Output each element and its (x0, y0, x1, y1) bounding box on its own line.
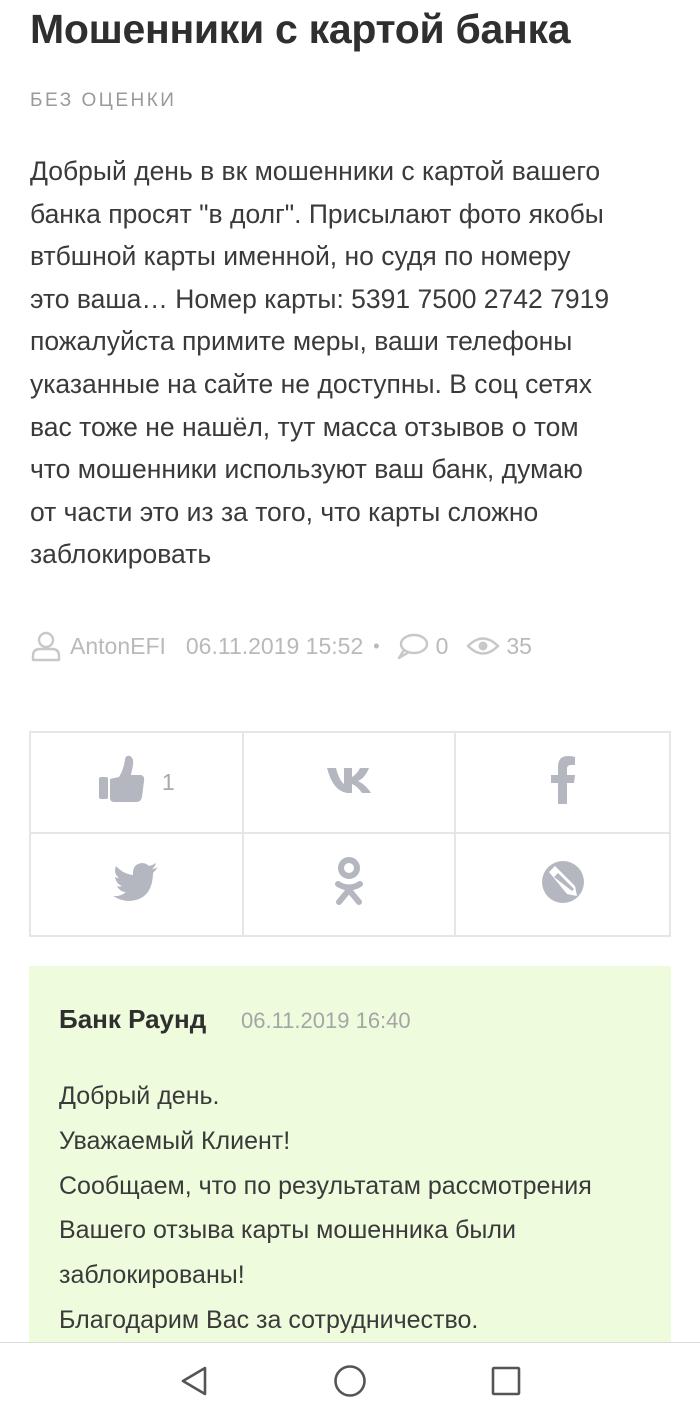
reply-text-line: Вашего отзыва карты мошенника были (59, 1216, 516, 1245)
review-text-line: это ваша… Номер карты: 5391 7500 2742 79… (30, 283, 610, 314)
thumbs-up-icon (98, 755, 146, 810)
review-text-line: пожалуйста примите меры, ваши телефоны (30, 326, 573, 357)
facebook-icon (550, 756, 576, 809)
livejournal-icon (541, 860, 585, 909)
comment-icon[interactable] (396, 632, 430, 660)
reply-text-line: Сообщаем, что по результатам рассмотрени… (59, 1171, 592, 1200)
reply-text-line: Благодарим Вас за сотрудничество. (59, 1305, 479, 1334)
share-twitter-button[interactable] (31, 834, 244, 935)
home-circle-icon (333, 1364, 367, 1403)
recents-button[interactable] (488, 1365, 524, 1401)
share-facebook-button[interactable] (456, 733, 669, 834)
review-text-line: втбшной карты именной, но судя по номеру (30, 241, 571, 272)
share-odnoklassniki-button[interactable] (244, 834, 457, 935)
review-text-line: Добрый день в вк мошенники с картой ваше… (30, 156, 601, 186)
author-link[interactable]: AntonEFI (70, 633, 166, 660)
rating-label: БЕЗ ОЦЕНКИ (30, 90, 177, 111)
review-text-line: указанные на сайте не доступны. В соц се… (30, 368, 592, 399)
recents-square-icon (490, 1365, 522, 1402)
home-button[interactable] (332, 1364, 368, 1403)
meta-separator: • (373, 635, 380, 656)
reply-datetime: 06.11.2019 16:40 (241, 1008, 411, 1033)
odnoklassniki-icon (333, 857, 365, 912)
review-body: Добрый день в вк мошенники с картой ваше… (30, 150, 680, 576)
reply-body: Добрый день. Уважаемый Клиент! Сообщаем,… (59, 1074, 592, 1342)
reply-text-line: заблокированы! (59, 1261, 245, 1290)
review-page: Мошенники с картой банка БЕЗ ОЦЕНКИ Добр… (0, 0, 700, 1342)
review-meta: AntonEFI 06.11.2019 15:52 • 0 35 (30, 628, 532, 664)
back-triangle-icon (179, 1365, 209, 1402)
reply-text-line: Добрый день. (59, 1082, 220, 1110)
like-button[interactable]: 1 (31, 733, 244, 834)
comments-count: 0 (435, 632, 449, 659)
share-livejournal-button[interactable] (456, 834, 669, 935)
bank-reply: Банк Раунд 06.11.2019 16:40 Добрый день.… (29, 966, 671, 1342)
review-title: Мошенники с картой банка (30, 6, 571, 52)
twitter-icon (113, 863, 159, 906)
review-text-line: вас тоже не нашёл, тут масса отзывов о т… (30, 411, 579, 442)
review-datetime: 06.11.2019 15:52 (185, 632, 364, 659)
like-count: 1 (161, 769, 175, 795)
share-vk-button[interactable] (243, 733, 457, 834)
review-text-line: заблокировать (30, 539, 212, 570)
review-text-line: банка просят "в долг". Присылают фото як… (30, 198, 604, 229)
reply-author: Банк Раунд (59, 1004, 207, 1034)
android-navigation-bar (0, 1342, 700, 1420)
reply-text-line: Уважаемый Клиент! (59, 1126, 291, 1155)
views-count: 35 (506, 632, 532, 659)
back-button[interactable] (176, 1365, 212, 1401)
eye-icon (466, 635, 501, 657)
review-text-line: что мошенники используют ваш банк, думаю (30, 454, 583, 485)
share-panel: 1 (29, 731, 671, 937)
user-icon (30, 630, 62, 662)
vk-icon (325, 766, 373, 799)
review-text-line: от части это из за того, что карты сложн… (30, 496, 539, 527)
